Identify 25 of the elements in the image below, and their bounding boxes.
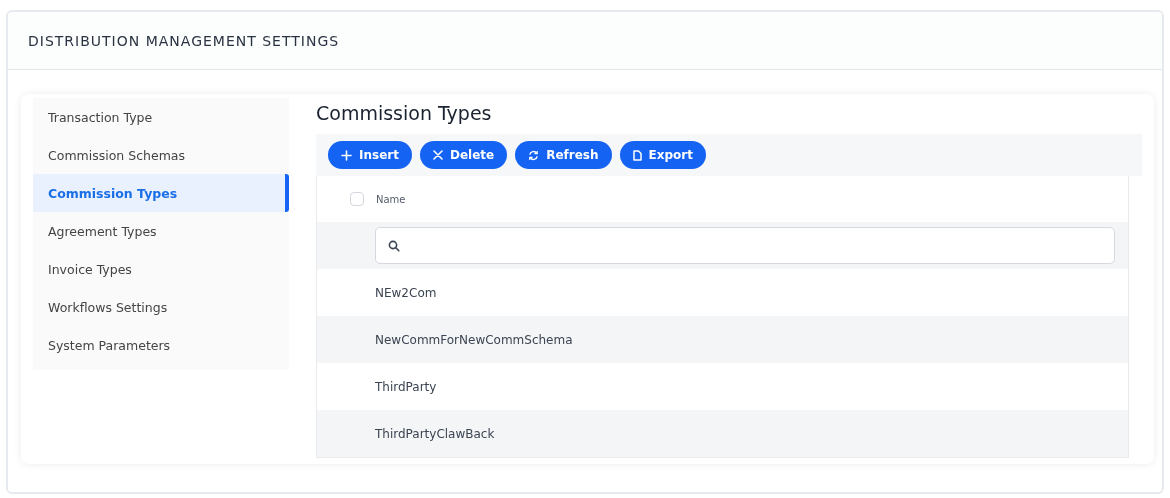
- page-title: DISTRIBUTION MANAGEMENT SETTINGS: [28, 32, 340, 49]
- table-cell: NEw2Com: [375, 285, 437, 300]
- table-cell: ThirdParty: [375, 379, 437, 394]
- delete-button[interactable]: Delete: [419, 141, 508, 169]
- insert-button[interactable]: Insert: [328, 141, 412, 169]
- sidebar-item[interactable]: Commission Schemas: [33, 136, 289, 174]
- close-icon: [432, 150, 443, 160]
- sidebar-item[interactable]: Transaction Type: [33, 98, 289, 136]
- sidebar-item[interactable]: Commission Types: [33, 174, 289, 212]
- table-cell: NewCommForNewCommSchema: [375, 332, 573, 347]
- refresh-button[interactable]: Refresh: [515, 141, 612, 169]
- table-cell: ThirdPartyClawBack: [375, 426, 495, 441]
- section-title: Commission Types: [316, 101, 493, 126]
- plus-icon: [341, 149, 352, 161]
- export-button[interactable]: Export: [619, 141, 706, 169]
- sidebar-item[interactable]: Agreement Types: [33, 212, 289, 250]
- sidebar-item[interactable]: System Parameters: [33, 326, 289, 364]
- file-icon: [632, 149, 642, 161]
- sidebar-item[interactable]: Workflows Settings: [33, 288, 289, 326]
- refresh-icon: [528, 149, 540, 161]
- search-field[interactable]: [375, 227, 1115, 264]
- sidebar-item[interactable]: Invoice Types: [33, 250, 289, 288]
- column-header[interactable]: Name: [376, 193, 406, 205]
- select-all-checkbox[interactable]: [350, 192, 364, 206]
- search-icon: [388, 239, 400, 252]
